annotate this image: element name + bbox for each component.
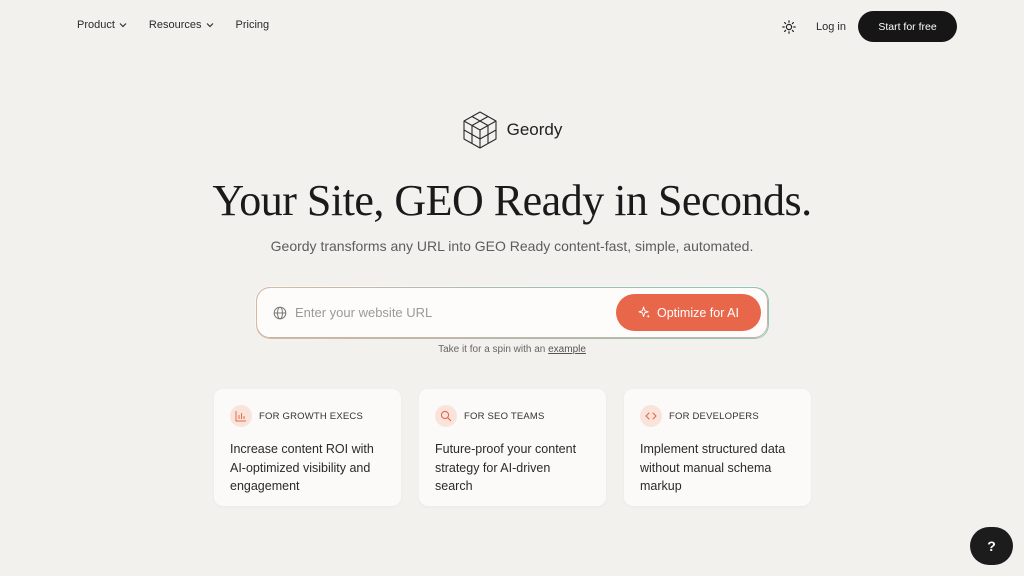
card-header: FOR DEVELOPERS [640, 405, 795, 427]
example-hint-text: Take it for a spin with an [438, 344, 546, 355]
nav-actions: Log in Start for free [779, 11, 957, 42]
optimize-for-ai-button[interactable]: Optimize for AI [616, 294, 761, 331]
card-developers: FOR DEVELOPERS Implement structured data… [624, 389, 811, 506]
nav-product-label: Product [77, 19, 115, 31]
start-for-free-button[interactable]: Start for free [858, 11, 957, 42]
bar-chart-icon [230, 405, 252, 427]
example-link[interactable]: example [548, 344, 586, 355]
card-text: Future-proof your content strategy for A… [435, 442, 577, 493]
login-link[interactable]: Log in [816, 21, 846, 33]
search-icon [435, 405, 457, 427]
card-text: Implement structured data without manual… [640, 442, 786, 493]
hero-title: Your Site, GEO Ready in Seconds. [212, 176, 812, 225]
hero-subtitle: Geordy transforms any URL into GEO Ready… [270, 238, 754, 254]
card-header: FOR GROWTH EXECS [230, 405, 385, 427]
url-input[interactable] [295, 305, 595, 320]
help-button[interactable]: ? [970, 527, 1013, 565]
nav-pricing[interactable]: Pricing [236, 19, 270, 31]
url-form: Optimize for AI [256, 287, 768, 338]
nav-product[interactable]: Product [77, 19, 127, 31]
audience-cards: FOR GROWTH EXECS Increase content ROI wi… [214, 389, 811, 506]
brand-name: Geordy [506, 120, 563, 139]
card-tag: FOR DEVELOPERS [669, 410, 759, 422]
geordy-logo-icon [463, 111, 497, 149]
globe-icon [273, 306, 287, 319]
optimize-button-label: Optimize for AI [657, 305, 739, 320]
card-header: FOR SEO TEAMS [435, 405, 590, 427]
card-seo-teams: FOR SEO TEAMS Future-proof your content … [419, 389, 606, 506]
chevron-down-icon [119, 23, 127, 28]
code-icon [640, 405, 662, 427]
theme-toggle-button[interactable] [779, 17, 799, 37]
example-hint: Take it for a spin with an example [0, 344, 1024, 355]
card-text: Increase content ROI with AI-optimized v… [230, 442, 374, 493]
nav-resources-label: Resources [148, 19, 202, 31]
top-nav: Product Resources Pricing Log in Start f [0, 0, 1024, 54]
nav-pricing-label: Pricing [235, 19, 270, 31]
chevron-down-icon [206, 23, 213, 28]
nav-resources[interactable]: Resources [149, 19, 214, 31]
sparkle-icon [638, 306, 651, 319]
card-tag: FOR SEO TEAMS [464, 410, 545, 422]
card-tag: FOR GROWTH EXECS [259, 410, 364, 422]
card-growth-execs: FOR GROWTH EXECS Increase content ROI wi… [214, 389, 401, 506]
brand: Geordy [0, 111, 1024, 149]
nav-links: Product Resources Pricing [77, 19, 269, 31]
sun-icon [782, 19, 796, 34]
